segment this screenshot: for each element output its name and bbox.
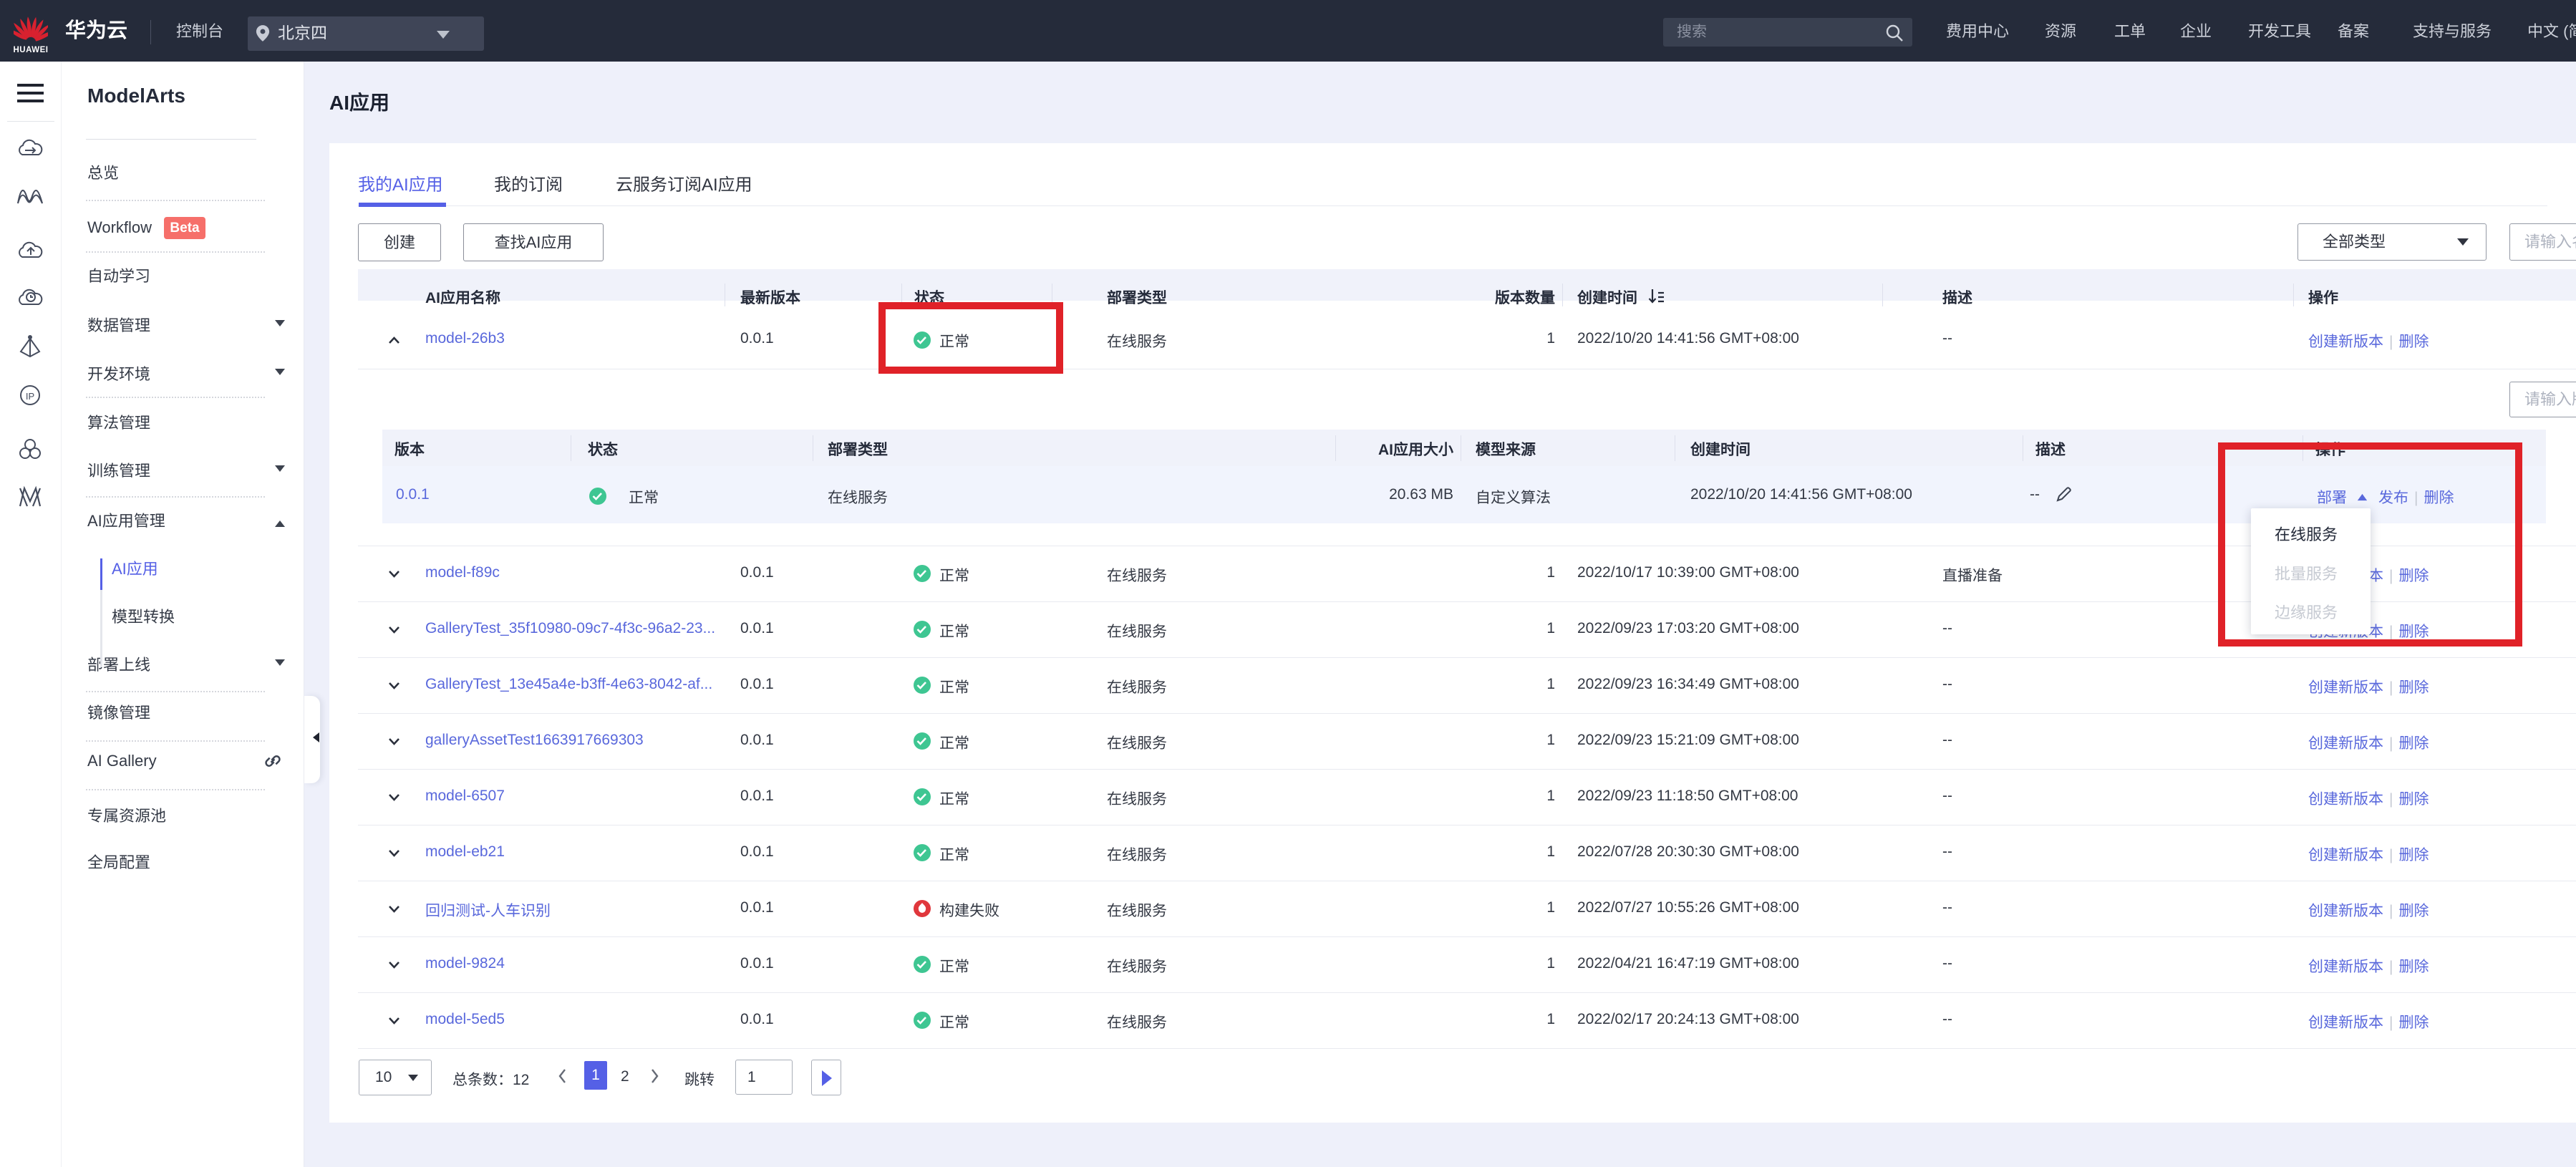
svg-text:HUAWEI: HUAWEI bbox=[14, 46, 48, 54]
svg-text:IP: IP bbox=[26, 391, 34, 402]
